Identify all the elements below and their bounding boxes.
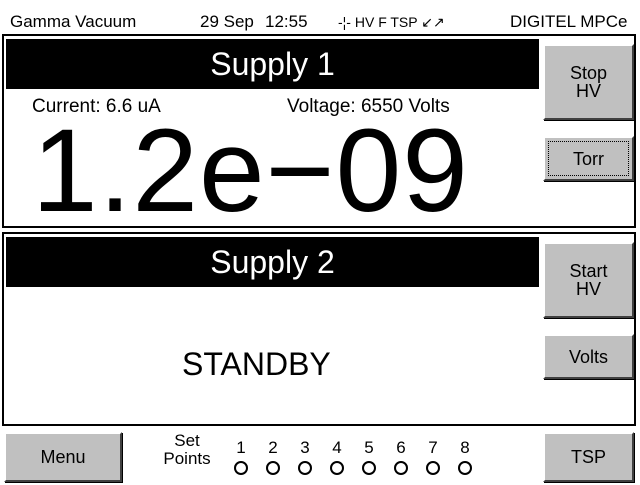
status-indicators-icon: -¦- HV F TSP ↙↗ [338,14,445,30]
setpoint-1-indicator-icon [234,461,248,475]
menu-button[interactable]: Menu [4,432,122,482]
tsp-label: TSP [570,447,606,467]
start-hv-label: Start HV [569,261,608,299]
supply2-panel: Supply 2 STANDBY [2,232,636,426]
supply1-pressure-readout: 1.2e−09 [32,105,469,237]
setpoint-8-number: 8 [460,438,470,457]
supply1-title: Supply 1 [6,39,539,89]
start-hv-button[interactable]: Start HV [543,242,634,318]
setpoint-6-indicator-icon [394,461,408,475]
setpoints-label: Set Points [163,431,211,468]
setpoint-8-indicator-icon [458,461,472,475]
setpoint-5-number: 5 [364,438,374,457]
setpoint-4-number: 4 [332,438,342,457]
units-torr-button[interactable]: Torr [543,136,634,181]
supply2-title: Supply 2 [6,237,539,287]
status-bar: Gamma Vacuum 29 Sep 12:55 -¦- HV F TSP ↙… [0,0,640,36]
setpoint-4-indicator-icon [330,461,344,475]
setpoint-7-number: 7 [428,438,438,457]
setpoint-7-indicator-icon [426,461,440,475]
setpoint-3-indicator-icon [298,461,312,475]
setpoint-6-number: 6 [396,438,406,457]
supply2-status: STANDBY [182,346,331,382]
units-volts-label: Volts [568,346,609,367]
tsp-button[interactable]: TSP [543,432,634,482]
stop-hv-button[interactable]: Stop HV [543,44,634,120]
device-model: DIGITEL MPCe [510,12,628,31]
setpoint-2-number: 2 [268,438,278,457]
status-time: 12:55 [265,12,308,31]
device-name: Gamma Vacuum [10,12,137,31]
status-date: 29 Sep [200,12,254,31]
supply1-panel: Supply 1 Current: 6.6 uA Voltage: 6550 V… [2,34,636,237]
menu-label: Menu [40,447,86,467]
units-volts-button[interactable]: Volts [543,334,634,379]
setpoint-2-indicator-icon [266,461,280,475]
setpoint-5-indicator-icon [362,461,376,475]
setpoint-3-number: 3 [300,438,310,457]
units-torr-label: Torr [573,148,604,169]
stop-hv-label: Stop HV [569,63,608,101]
setpoint-1-number: 1 [236,438,246,457]
